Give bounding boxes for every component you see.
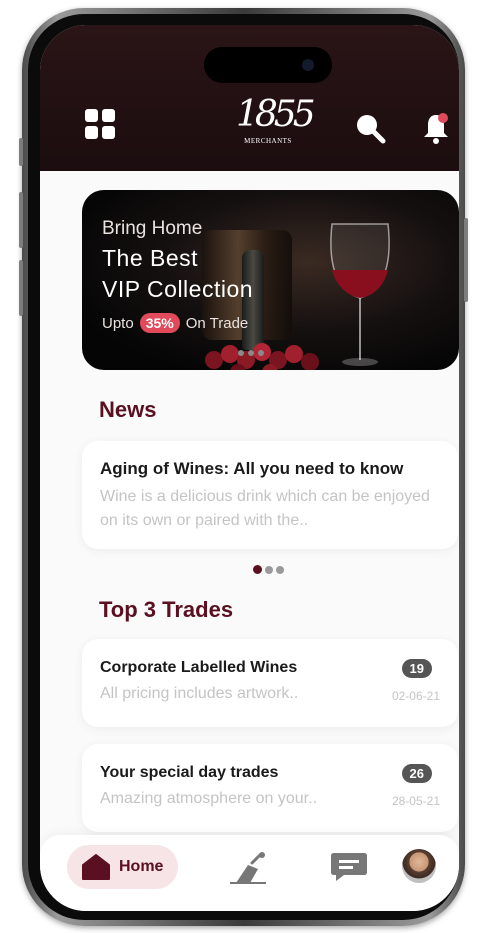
app-header: 1855 MERCHANTS <box>40 25 459 171</box>
news-card[interactable]: Aging of Wines: All you need to know Win… <box>82 441 458 549</box>
hero-line-2: The Best <box>102 245 199 271</box>
menu-grid-icon[interactable] <box>85 109 115 139</box>
mute-switch <box>19 138 23 166</box>
nav-home-label: Home <box>119 858 164 875</box>
trade-count-badge: 26 <box>401 764 432 783</box>
news-excerpt: Wine is a delicious drink which can be e… <box>100 488 430 529</box>
trade-subtitle: All pricing includes artwork.. <box>100 685 299 702</box>
banner-pagination <box>238 350 264 356</box>
brand-logo: 1855 MERCHANTS <box>236 94 316 146</box>
offer-prefix: Upto <box>102 314 134 332</box>
logo-number: 1855 <box>236 94 316 135</box>
bell-icon[interactable] <box>421 111 451 145</box>
wine-pour-icon[interactable] <box>228 851 268 885</box>
logo-subtitle: MERCHANTS <box>244 137 292 145</box>
hero-line-3: VIP Collection <box>102 276 254 302</box>
trade-subtitle: Amazing atmosphere on your.. <box>100 790 318 807</box>
trade-title: Your special day trades <box>100 764 279 781</box>
nav-home-tab[interactable]: Home <box>67 845 178 889</box>
trade-card[interactable]: Corporate Labelled Wines All pricing inc… <box>82 639 458 727</box>
profile-avatar[interactable] <box>402 849 436 883</box>
volume-up-button <box>19 192 23 248</box>
news-pagination[interactable] <box>253 565 284 574</box>
notification-dot <box>438 113 448 123</box>
trade-card[interactable]: Your special day trades Amazing atmosphe… <box>82 744 458 832</box>
grapes-image <box>205 343 319 370</box>
trade-title: Corporate Labelled Wines <box>100 659 298 676</box>
app-screen: 1855 MERCHANTS Bring Home The Best VIP C… <box>40 25 459 911</box>
volume-down-button <box>19 260 23 316</box>
chat-icon[interactable] <box>330 851 368 883</box>
trade-date: 28-05-21 <box>391 794 440 808</box>
search-icon[interactable] <box>353 111 387 145</box>
home-icon <box>82 854 110 880</box>
discount-badge: 35% <box>139 313 180 333</box>
power-button <box>464 218 468 302</box>
phone-frame: 1855 MERCHANTS Bring Home The Best VIP C… <box>19 8 468 926</box>
camera-icon <box>302 59 314 71</box>
offer-suffix: On Trade <box>185 314 249 332</box>
dynamic-island <box>204 47 332 83</box>
trade-count-badge: 19 <box>401 659 432 678</box>
bottom-navigation: Home <box>40 835 459 911</box>
promo-banner[interactable]: Bring Home The Best VIP Collection Upto … <box>82 190 459 370</box>
hero-offer: Upto 35% On Trade <box>102 313 248 333</box>
trade-date: 02-06-21 <box>391 689 440 703</box>
news-title: Aging of Wines: All you need to know <box>100 459 404 478</box>
hero-line-1: Bring Home <box>102 218 203 239</box>
news-section-title: News <box>99 397 157 422</box>
trades-section-title: Top 3 Trades <box>99 597 234 622</box>
